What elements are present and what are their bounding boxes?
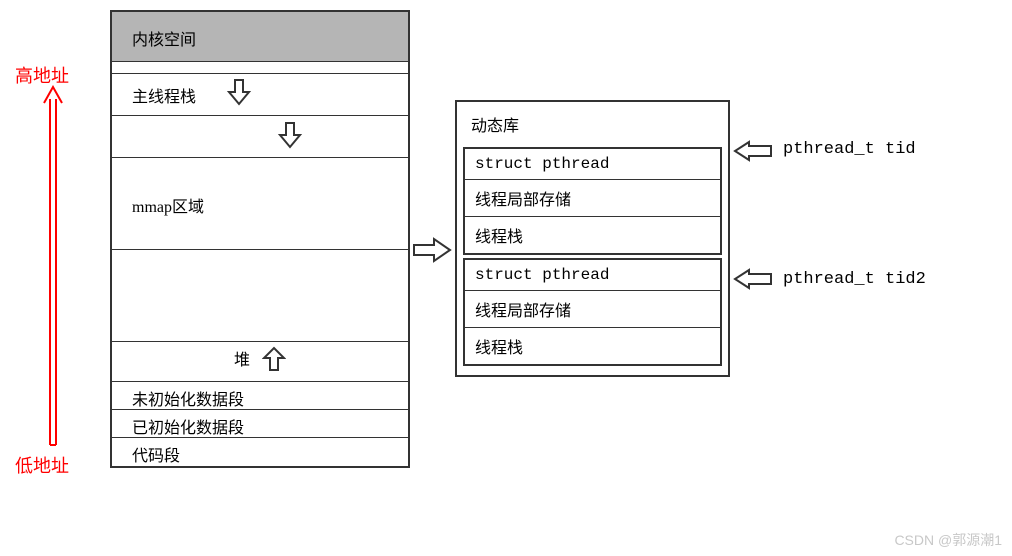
tid1-label: pthread_t tid	[783, 140, 916, 159]
data-section: 已初始化数据段	[112, 410, 408, 438]
struct-pthread-row: struct pthread	[465, 149, 720, 180]
data-label: 已初始化数据段	[132, 420, 244, 437]
kernel-label: 内核空间	[132, 32, 196, 49]
gap	[112, 62, 408, 74]
code-label: 代码段	[132, 448, 180, 465]
tls-row: 线程局部存储	[465, 291, 720, 328]
heap-grow-up-icon	[262, 346, 286, 377]
tid1-pointer-arrow	[733, 140, 773, 167]
thread-block-2: struct pthread 线程局部存储 线程栈	[463, 258, 722, 366]
mmap-label: mmap区域	[132, 199, 204, 216]
dynamic-library-box: 动态库 struct pthread 线程局部存储 线程栈 struct pth…	[455, 100, 730, 377]
heap-section: 堆	[112, 342, 408, 382]
code-section: 代码段	[112, 438, 408, 466]
thread-block-1: struct pthread 线程局部存储 线程栈	[463, 147, 722, 255]
struct-pthread-row: struct pthread	[465, 260, 720, 291]
kernel-space-section: 内核空间	[112, 12, 408, 62]
dynlib-title: 动态库	[463, 108, 722, 144]
heap-label: 堆	[234, 352, 250, 369]
down-arrow-icon	[277, 121, 303, 154]
mmap-to-dynlib-arrow	[412, 236, 452, 269]
watermark: CSDN @郭源潮1	[894, 530, 1002, 550]
gap	[112, 116, 408, 158]
address-direction-arrow	[42, 85, 64, 455]
thread-stack-row: 线程栈	[465, 217, 720, 253]
tid2-label: pthread_t tid2	[783, 270, 926, 289]
tid2-pointer-arrow	[733, 268, 773, 295]
bss-section: 未初始化数据段	[112, 382, 408, 410]
mmap-section: mmap区域	[112, 158, 408, 250]
bss-label: 未初始化数据段	[132, 392, 244, 409]
memory-layout-diagram: 内核空间 主线程栈 mmap区域 堆 未初始化数据段 已初始化数据段 代码段	[110, 10, 410, 468]
main-stack-section: 主线程栈	[112, 74, 408, 116]
main-stack-label: 主线程栈	[132, 83, 196, 107]
stack-grow-down-icon	[226, 78, 252, 111]
gap	[112, 250, 408, 342]
tls-row: 线程局部存储	[465, 180, 720, 217]
thread-stack-row: 线程栈	[465, 328, 720, 364]
low-address-label: 低地址	[15, 452, 69, 478]
